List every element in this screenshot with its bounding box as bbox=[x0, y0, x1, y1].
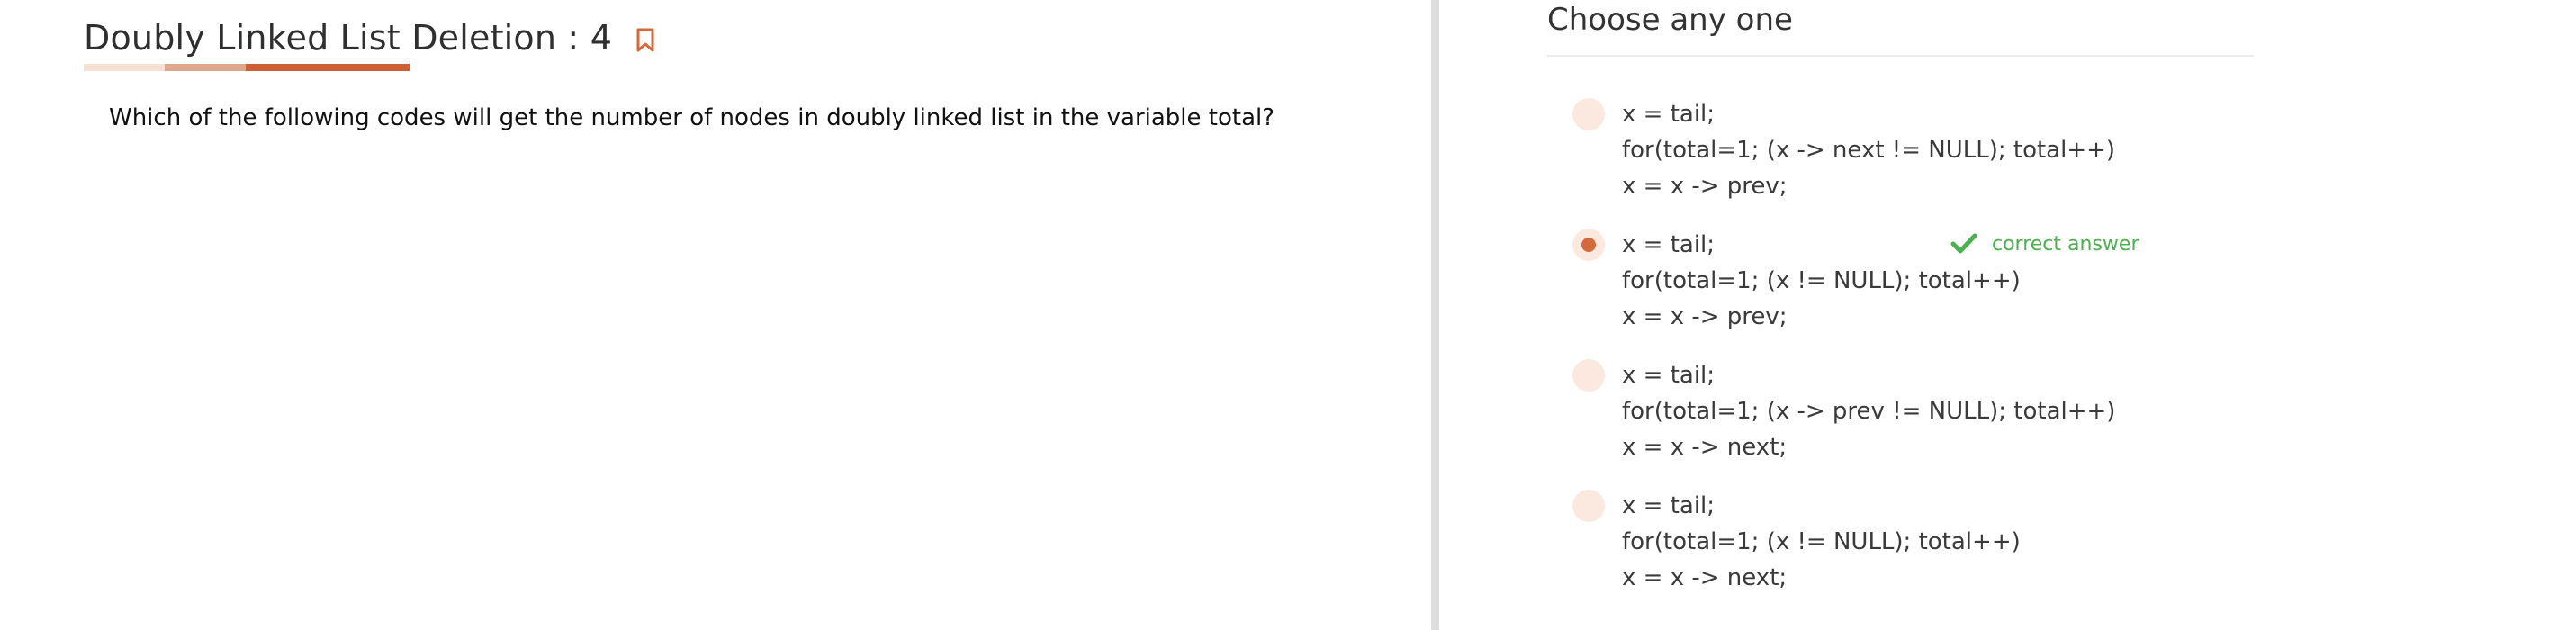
code-line: x = x -> next; bbox=[1622, 564, 1788, 591]
code-line: x = tail; bbox=[1622, 362, 1716, 389]
pane-divider[interactable] bbox=[1431, 0, 1439, 630]
option-code: x = tail; for(total=1; (x != NULL); tota… bbox=[1622, 488, 2021, 596]
question-header: Doubly Linked List Deletion : 4 bbox=[84, 18, 655, 58]
bookmark-icon[interactable] bbox=[635, 27, 655, 54]
difficulty-bar bbox=[84, 64, 410, 71]
code-line: for(total=1; (x != NULL); total++) bbox=[1622, 528, 2021, 555]
question-pane: Doubly Linked List Deletion : 4 Which of… bbox=[0, 0, 1431, 630]
answer-option-2[interactable]: x = tail; for(total=1; (x != NULL); tota… bbox=[1572, 227, 2202, 335]
answer-option-4[interactable]: x = tail; for(total=1; (x != NULL); tota… bbox=[1572, 488, 2202, 596]
question-title: Doubly Linked List Deletion : 4 bbox=[84, 18, 613, 58]
question-text: Which of the following codes will get th… bbox=[109, 104, 1275, 131]
code-line: x = tail; bbox=[1622, 101, 1716, 128]
answers-heading: Choose any one bbox=[1547, 2, 1793, 38]
code-line: x = x -> prev; bbox=[1622, 303, 1788, 330]
difficulty-segment-1 bbox=[84, 64, 165, 71]
code-line: for(total=1; (x -> prev != NULL); total+… bbox=[1622, 398, 2116, 425]
radio-button[interactable] bbox=[1572, 359, 1605, 392]
difficulty-segment-3 bbox=[246, 64, 410, 71]
correct-answer-badge: correct answer bbox=[1950, 232, 2139, 256]
radio-button[interactable] bbox=[1572, 98, 1605, 130]
code-line: for(total=1; (x -> next != NULL); total+… bbox=[1622, 137, 2116, 164]
check-icon bbox=[1950, 233, 1977, 254]
answer-option-1[interactable]: x = tail; for(total=1; (x -> next != NUL… bbox=[1572, 96, 2202, 204]
heading-divider bbox=[1547, 55, 2254, 57]
code-line: for(total=1; (x != NULL); total++) bbox=[1622, 267, 2021, 294]
option-code: x = tail; for(total=1; (x -> prev != NUL… bbox=[1622, 357, 2115, 465]
code-line: x = x -> prev; bbox=[1622, 173, 1788, 200]
radio-button[interactable] bbox=[1572, 490, 1605, 522]
radio-button-selected[interactable] bbox=[1572, 229, 1605, 261]
code-line: x = x -> next; bbox=[1622, 434, 1788, 461]
answer-option-3[interactable]: x = tail; for(total=1; (x -> prev != NUL… bbox=[1572, 357, 2202, 465]
difficulty-segment-2 bbox=[165, 64, 246, 71]
correct-answer-label: correct answer bbox=[1992, 232, 2139, 256]
answers-pane: Choose any one x = tail; for(total=1; (x… bbox=[1439, 0, 2576, 630]
option-code: x = tail; for(total=1; (x -> next != NUL… bbox=[1622, 96, 2115, 204]
code-line: x = tail; bbox=[1622, 492, 1716, 519]
